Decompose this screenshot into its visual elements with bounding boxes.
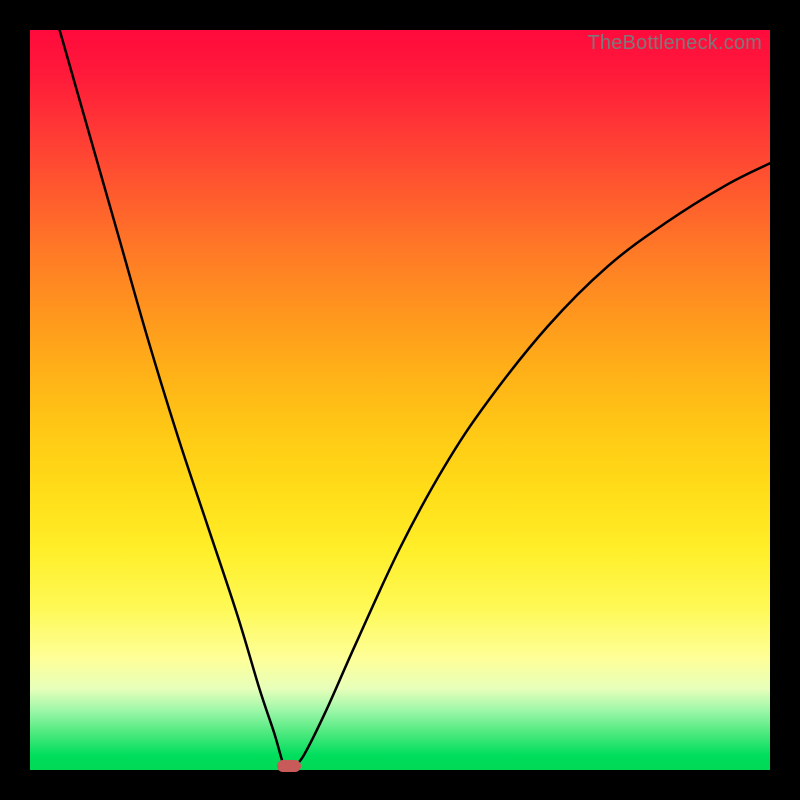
- optimum-marker: [277, 760, 301, 772]
- bottleneck-curve: [30, 30, 770, 770]
- plot-area: TheBottleneck.com: [30, 30, 770, 770]
- curve-left-branch: [60, 30, 286, 768]
- chart-frame: TheBottleneck.com: [0, 0, 800, 800]
- curve-right-branch: [293, 163, 770, 768]
